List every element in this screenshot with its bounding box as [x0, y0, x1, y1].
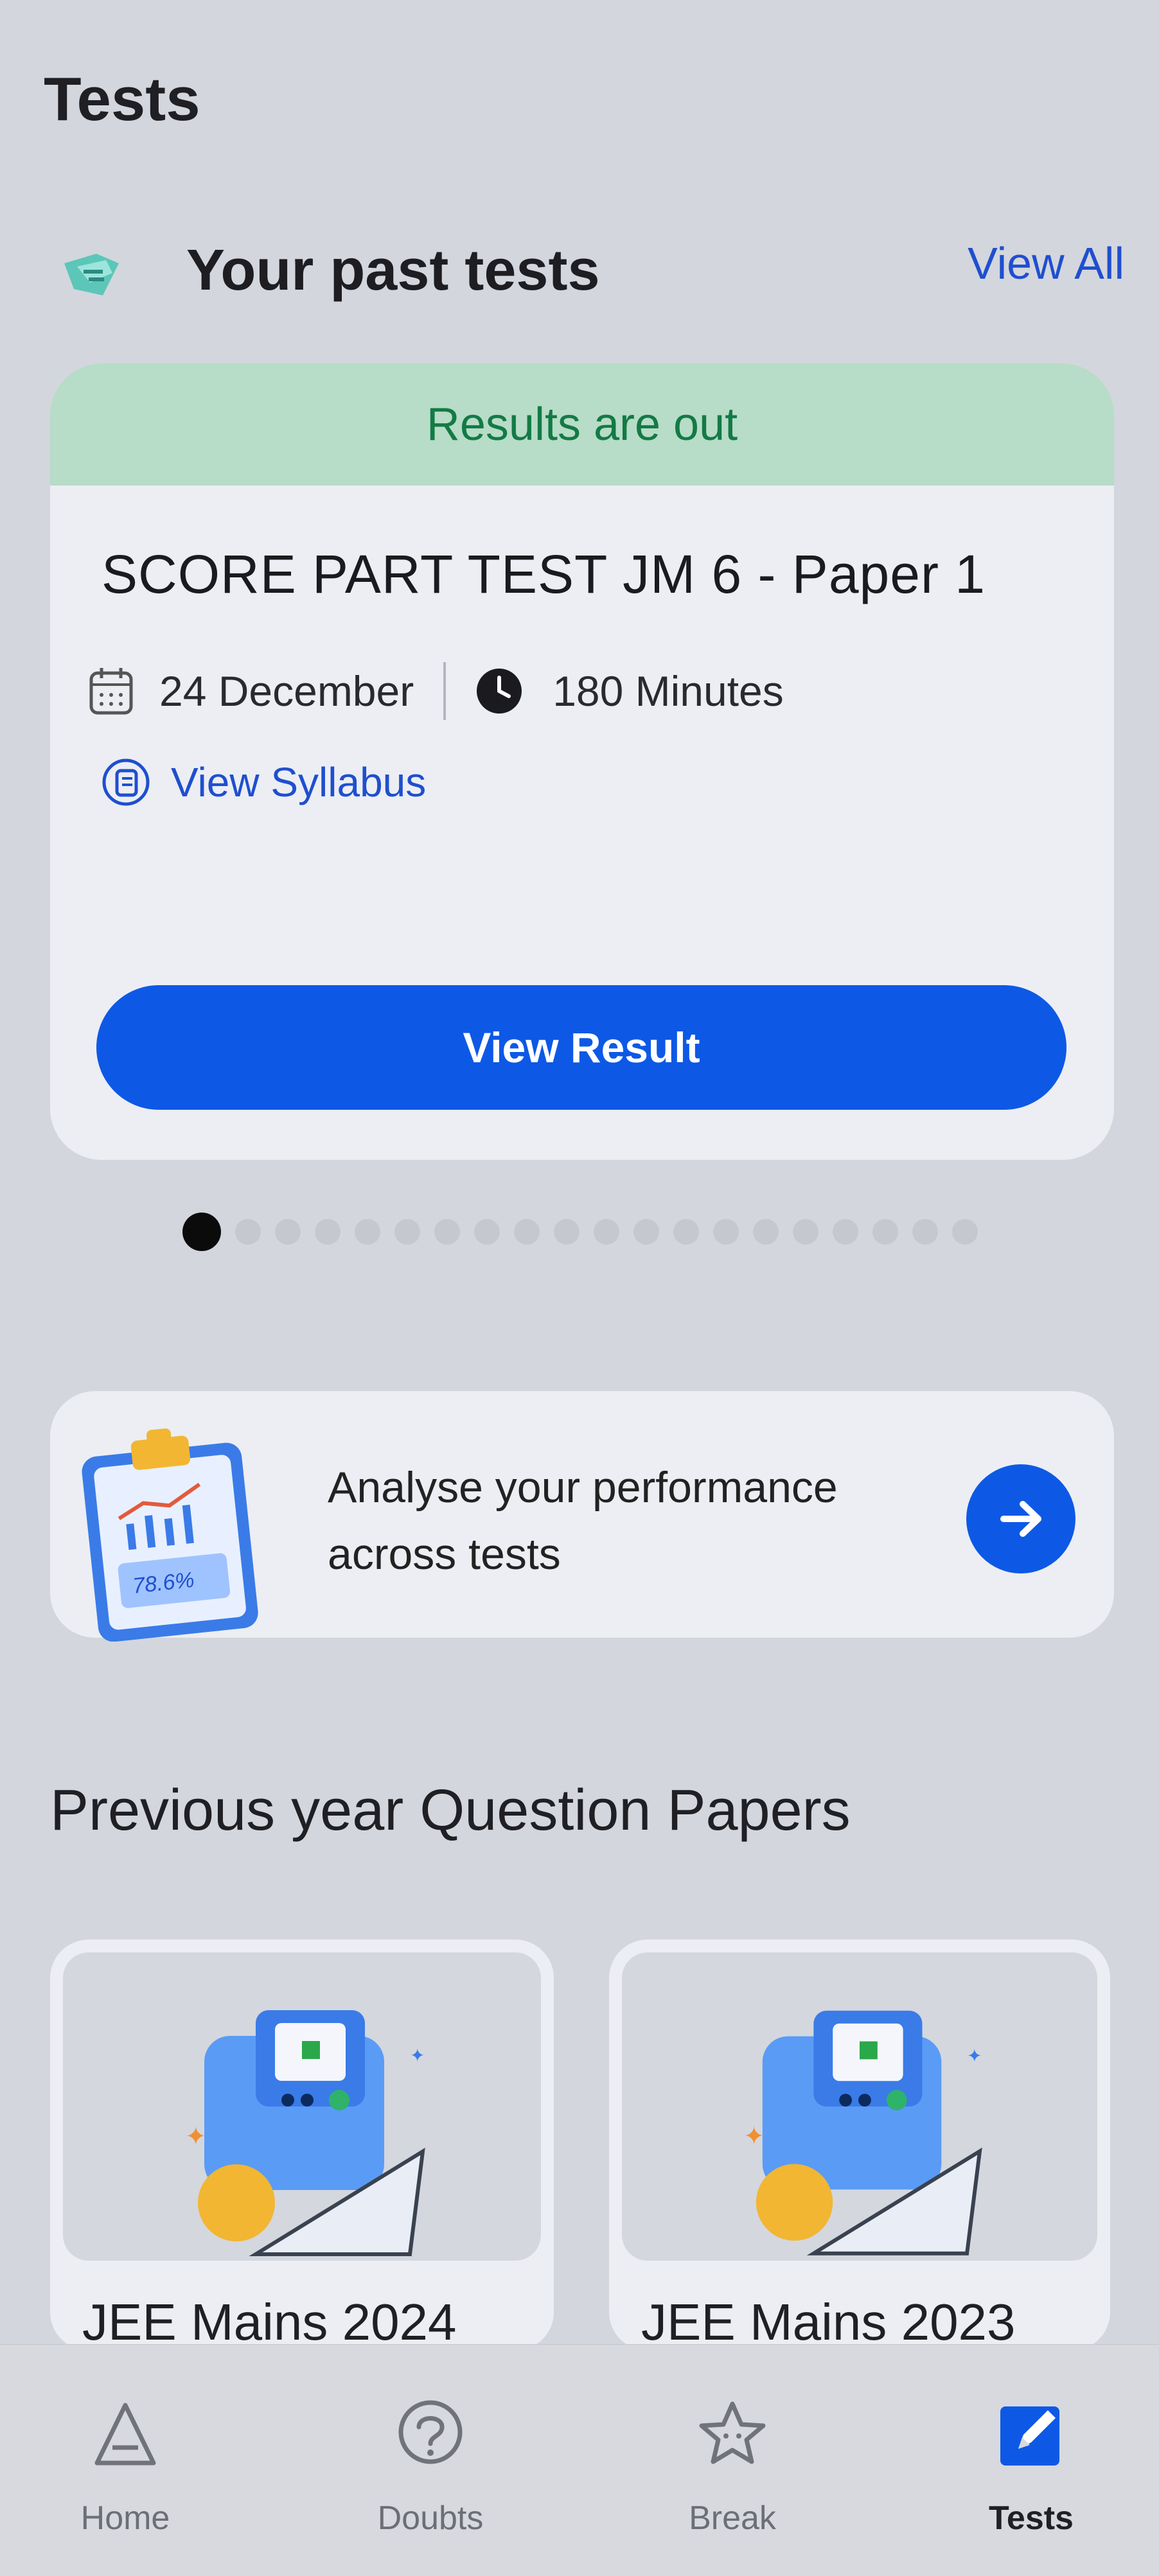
analyse-line-2: across tests	[328, 1530, 561, 1579]
view-syllabus-label: View Syllabus	[171, 759, 427, 805]
paper-label: JEE Mains 2023	[641, 2293, 1016, 2351]
view-result-button[interactable]: View Result	[96, 985, 1066, 1110]
analyse-performance-card[interactable]: 78.6% Analyse your performance across te…	[50, 1391, 1114, 1642]
carousel-dot[interactable]	[833, 1219, 858, 1245]
paper-label: JEE Mains 2024	[82, 2293, 457, 2351]
carousel-dot[interactable]	[514, 1219, 540, 1245]
svg-text:✦: ✦	[967, 2045, 982, 2066]
carousel-indicator[interactable]	[182, 1213, 992, 1251]
svg-text:✦: ✦	[185, 2122, 207, 2151]
svg-text:✦: ✦	[410, 2045, 425, 2066]
nav-item-tests[interactable]: Tests	[935, 2396, 1128, 2537]
arrow-right-icon	[1000, 1501, 1041, 1537]
carousel-dot[interactable]	[872, 1219, 898, 1245]
carousel-dot[interactable]	[793, 1219, 818, 1245]
nav-label-doubts: Doubts	[377, 2500, 484, 2537]
carousel-dot[interactable]	[434, 1219, 460, 1245]
nav-item-home[interactable]: Home	[29, 2396, 222, 2537]
carousel-dot[interactable]	[394, 1219, 420, 1245]
carousel-dot[interactable]	[753, 1219, 779, 1245]
carousel-dot[interactable]	[235, 1219, 261, 1245]
carousel-dot[interactable]	[673, 1219, 699, 1245]
analyse-line-1: Analyse your performance	[328, 1463, 838, 1512]
arrow-right-button[interactable]	[966, 1464, 1075, 1573]
nav-label-break: Break	[689, 2500, 776, 2537]
section-title-previous-papers: Previous year Question Papers	[50, 1778, 851, 1843]
past-tests-header: Your past tests View All	[58, 231, 1124, 308]
carousel-dot[interactable]	[952, 1219, 978, 1245]
tests-screen: Tests Your past tests View All Results a…	[0, 0, 1159, 2576]
star-icon	[699, 2401, 766, 2464]
page-title: Tests	[44, 65, 200, 134]
question-icon	[398, 2400, 463, 2464]
nav-item-doubts[interactable]: Doubts	[334, 2396, 527, 2537]
clock-icon	[477, 669, 522, 714]
clipboard-chart-icon: 78.6%	[82, 1428, 258, 1642]
test-duration: 180 Minutes	[553, 667, 784, 715]
nav-label-tests: Tests	[989, 2500, 1074, 2537]
carousel-dot[interactable]	[594, 1219, 619, 1245]
carousel-dot[interactable]	[315, 1219, 341, 1245]
carousel-dot[interactable]	[713, 1219, 739, 1245]
test-name: SCORE PART TEST JM 6 - Paper 1	[102, 544, 986, 604]
calendar-icon	[89, 668, 133, 715]
section-title-past-tests: Your past tests	[186, 238, 600, 302]
nav-label-home: Home	[80, 2500, 170, 2537]
results-banner: Results are out	[50, 364, 1114, 486]
test-date: 24 December	[159, 667, 414, 715]
carousel-dot[interactable]	[633, 1219, 659, 1245]
device-ruler-gear-icon: ✦ ✦	[185, 2010, 425, 2256]
past-tests-icon	[64, 254, 119, 295]
view-all-link[interactable]: View All	[968, 238, 1124, 289]
carousel-dot[interactable]	[182, 1213, 221, 1251]
meta-divider	[443, 662, 447, 720]
question-paper-card[interactable]: ✦ ✦ JEE Mains 2024	[50, 1940, 554, 2351]
carousel-dot[interactable]	[554, 1219, 580, 1245]
past-test-card[interactable]: Results are out SCORE PART TEST JM 6 - P…	[50, 364, 1114, 1160]
carousel-dot[interactable]	[275, 1219, 301, 1245]
analyse-text: Analyse your performance across tests	[328, 1454, 838, 1588]
edit-icon	[1000, 2406, 1059, 2466]
view-syllabus-link[interactable]: View Syllabus	[100, 757, 426, 808]
paper-illustration: ✦ ✦	[622, 1952, 1097, 2261]
device-ruler-gear-icon: ✦ ✦	[743, 2010, 982, 2256]
carousel-dot[interactable]	[912, 1219, 938, 1245]
svg-text:✦: ✦	[743, 2122, 765, 2151]
question-paper-card[interactable]: ✦ ✦ JEE Mains 2023	[609, 1940, 1110, 2351]
bottom-navigation: Home Doubts Break Tests	[0, 2344, 1159, 2576]
paper-illustration: ✦ ✦	[63, 1952, 541, 2261]
test-meta: 24 December 180 Minutes	[89, 659, 784, 723]
syllabus-icon	[102, 758, 150, 806]
home-icon	[94, 2403, 156, 2466]
nav-item-break[interactable]: Break	[636, 2396, 829, 2537]
carousel-dot[interactable]	[474, 1219, 500, 1245]
carousel-dot[interactable]	[355, 1219, 380, 1245]
